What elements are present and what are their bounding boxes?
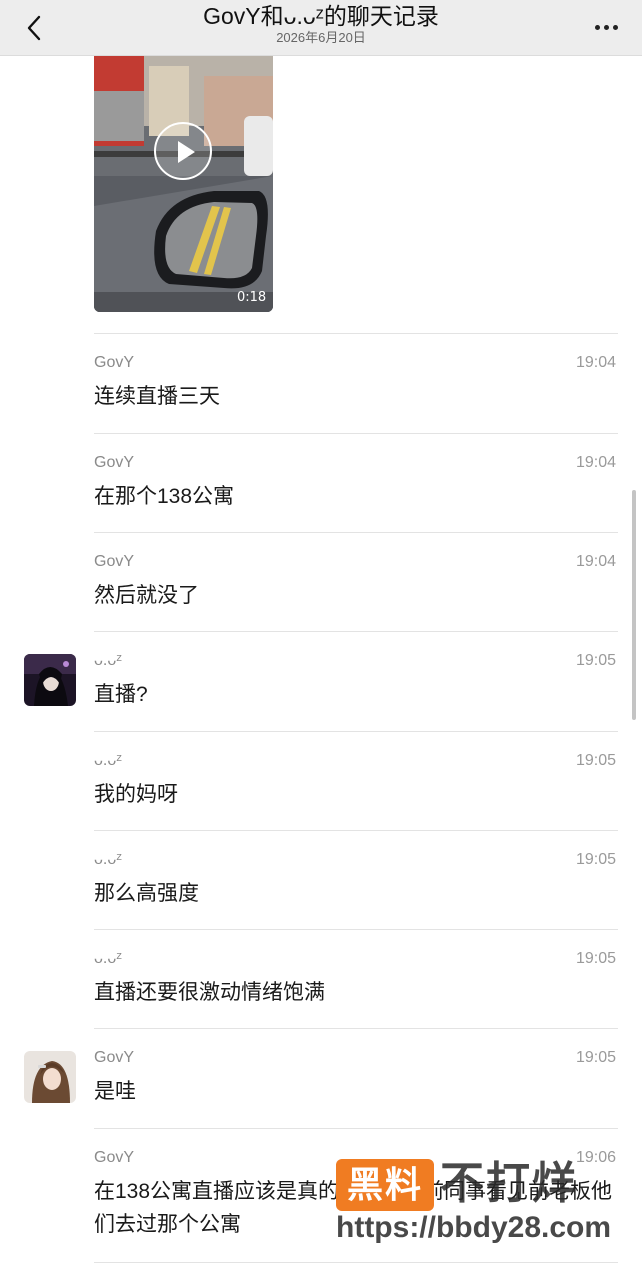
back-button[interactable] [14, 8, 54, 48]
message-text: 那么高强度 [94, 882, 199, 905]
message-time: 19:05 [575, 950, 616, 967]
message-sender: GovY [94, 1049, 135, 1066]
message-sender: GovY [94, 1149, 135, 1166]
message-text: 然后就没了 [94, 584, 199, 607]
message-time: 19:05 [575, 851, 616, 868]
more-dots-icon [594, 24, 600, 30]
watermark: 黑料 不打烊 https://bbdy28.com [336, 1157, 616, 1247]
video-duration: 0:18 [237, 290, 267, 305]
video-thumbnail[interactable] [94, 56, 273, 312]
scrollbar[interactable] [632, 490, 636, 720]
message-row[interactable]: ᴗ.ᴗᶻ 19:05 直播还要很激动情绪饱满 [0, 930, 642, 1029]
more-button[interactable] [588, 12, 624, 42]
navigation-bar: GovY和ᴗ.ᴗᶻ的聊天记录 2026年6月20日 [0, 0, 642, 56]
divider [94, 1262, 618, 1263]
message-row[interactable]: ᴗ.ᴗᶻ 19:05 直播? [0, 632, 642, 731]
chevron-left-icon [27, 15, 41, 41]
message-time: 19:04 [575, 354, 616, 371]
watermark-title: 不打烊 [440, 1159, 578, 1208]
message-sender: GovY [94, 354, 135, 371]
message-sender: ᴗ.ᴗᶻ [94, 851, 122, 868]
chat-title-block: GovY和ᴗ.ᴗᶻ的聊天记录 2026年6月20日 [90, 2, 552, 46]
message-text: 在那个138公寓 [94, 485, 235, 508]
play-button[interactable] [154, 122, 212, 180]
message-sender: GovY [94, 454, 135, 471]
avatar-image [24, 654, 76, 706]
play-icon [178, 141, 195, 163]
message-row[interactable]: ᴗ.ᴗᶻ 19:05 我的妈呀 [0, 732, 642, 831]
message-text: 连续直播三天 [94, 385, 220, 408]
message-text: 是哇 [94, 1080, 136, 1103]
message-sender: GovY [94, 553, 135, 570]
message-sender: ᴗ.ᴗᶻ [94, 652, 122, 669]
message-row[interactable]: GovY 19:04 在那个138公寓 [0, 434, 642, 533]
message-text: 直播还要很激动情绪饱满 [94, 981, 325, 1004]
message-text: 我的妈呀 [94, 783, 178, 806]
page-title: GovY和ᴗ.ᴗᶻ的聊天记录 [203, 3, 439, 29]
message-time: 19:05 [575, 1049, 616, 1066]
message-sender: ᴗ.ᴗᶻ [94, 950, 122, 967]
message-time: 19:04 [575, 454, 616, 471]
message-text: 直播? [94, 683, 148, 706]
message-sender: ᴗ.ᴗᶻ [94, 752, 122, 769]
avatar[interactable] [24, 654, 76, 706]
message-time: 19:05 [575, 652, 616, 669]
message-row[interactable]: GovY 19:04 连续直播三天 [0, 334, 642, 433]
watermark-badge: 黑料 [336, 1159, 434, 1211]
avatar-image [24, 1051, 76, 1103]
watermark-url: https://bbdy28.com [336, 1211, 612, 1244]
message-time: 19:04 [575, 553, 616, 570]
message-row[interactable]: GovY 19:04 然后就没了 [0, 533, 642, 632]
message-time: 19:05 [575, 752, 616, 769]
message-row[interactable]: GovY 19:05 是哇 [0, 1029, 642, 1128]
avatar[interactable] [24, 1051, 76, 1103]
chat-date: 2026年6月20日 [276, 30, 366, 45]
street-scene-image [94, 56, 273, 312]
message-row[interactable]: ᴗ.ᴗᶻ 19:05 那么高强度 [0, 831, 642, 930]
